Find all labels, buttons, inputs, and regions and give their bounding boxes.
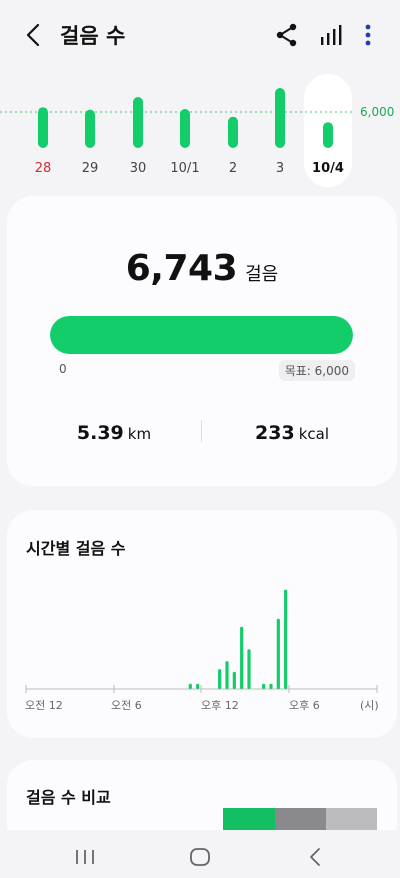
back-nav-icon[interactable]: [306, 847, 324, 867]
bar-chart-icon[interactable]: [318, 22, 344, 48]
hourly-bar: [269, 683, 273, 689]
day-label: 28: [35, 161, 52, 176]
hourly-bar: [232, 671, 236, 689]
day-bar: [85, 109, 95, 148]
x-tick-label: 오전 12: [25, 699, 63, 712]
day-bar: [133, 97, 143, 148]
goal-line-label: 6,000: [360, 105, 394, 119]
day-label: 3: [276, 161, 284, 176]
x-tick-label: 오전 6: [111, 699, 142, 712]
x-tick-label: 오후 12: [201, 699, 239, 712]
more-icon[interactable]: [355, 22, 381, 48]
hourly-bar: [188, 683, 192, 689]
compare-bar-avg: [275, 808, 326, 830]
calories-stat: 233 kcal: [197, 422, 387, 444]
compare-bar-other: [326, 808, 377, 830]
x-tick-label: 오후 6: [289, 699, 320, 712]
day-bar: [323, 122, 333, 148]
steps-unit: 걸음: [245, 264, 279, 285]
goal-label[interactable]: 목표: 6,000: [278, 360, 355, 381]
hourly-bar: [240, 626, 244, 689]
day-bar: [228, 116, 238, 148]
hourly-steps-card[interactable]: 시간별 걸음 수 오전 12 오전 6 오후 12 오후 6 (시): [7, 510, 397, 738]
weekly-steps-chart[interactable]: 6,000728293010/12310/4: [0, 68, 400, 190]
back-icon[interactable]: [22, 22, 46, 48]
goal-progress-bar: [50, 316, 353, 354]
progress-min-label: 0: [59, 362, 67, 376]
steps-count: 6,743: [125, 248, 238, 289]
hourly-bar: [218, 669, 222, 689]
calories-unit: kcal: [298, 425, 329, 443]
app-bar: 걸음 수: [0, 0, 400, 68]
home-icon[interactable]: [189, 847, 211, 867]
compare-bar-me: [223, 808, 275, 830]
distance-unit: km: [127, 425, 152, 443]
calories-value: 233: [255, 422, 295, 444]
day-label: 2: [229, 161, 237, 176]
distance-stat: 5.39 km: [19, 422, 209, 444]
distance-value: 5.39: [76, 422, 124, 444]
page-title: 걸음 수: [60, 24, 126, 48]
hourly-steps-chart: 오전 12 오전 6 오후 12 오후 6 (시): [25, 589, 379, 712]
steps-compare-card[interactable]: 걸음 수 비교: [7, 760, 397, 830]
day-label: 29: [82, 161, 99, 176]
day-label: 30: [130, 161, 147, 176]
day-bar: [180, 109, 190, 148]
day-bar: [275, 88, 285, 148]
hourly-bar: [262, 683, 266, 689]
x-tick-label: (시): [360, 699, 379, 712]
compare-title: 걸음 수 비교: [26, 788, 111, 807]
hourly-bar: [225, 661, 229, 689]
day-label: 10/4: [312, 161, 344, 176]
goal-progress-fill: [50, 316, 353, 354]
day-bar: [38, 107, 48, 148]
day-label: 10/1: [170, 161, 199, 176]
recents-icon[interactable]: [74, 848, 96, 866]
hourly-bar: [196, 683, 200, 689]
hourly-bar: [247, 649, 251, 689]
steps-total: 6,743 걸음: [7, 248, 397, 289]
steps-summary-card: 6,743 걸음 0 목표: 6,000 5.39 km 233 kcal: [7, 196, 397, 486]
hourly-bar: [276, 618, 280, 689]
system-nav-bar: [0, 830, 400, 878]
share-icon[interactable]: [274, 22, 300, 48]
hourly-bar: [284, 589, 288, 689]
